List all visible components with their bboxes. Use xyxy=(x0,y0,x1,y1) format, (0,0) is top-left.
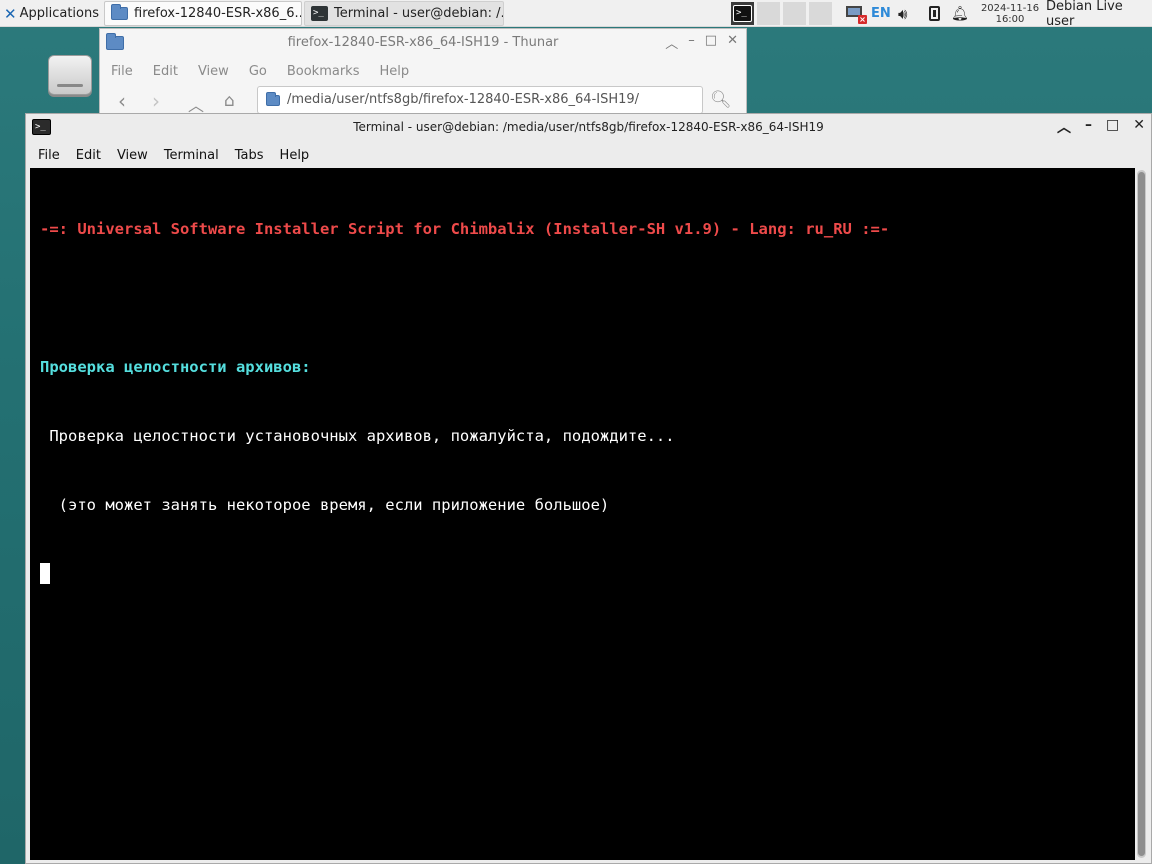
terminal-window: >_ Terminal - user@debian: /media/user/n… xyxy=(25,113,1152,864)
menu-file[interactable]: File xyxy=(38,148,60,163)
terminal-icon: >_ xyxy=(311,6,328,21)
terminal-titlebar[interactable]: >_ Terminal - user@debian: /media/user/n… xyxy=(26,114,1151,142)
location-path: /media/user/ntfs8gb/firefox-12840-ESR-x8… xyxy=(287,92,640,107)
xfce-logo-icon: ✕ xyxy=(4,4,17,23)
bell-icon[interactable]: 🔔︎ xyxy=(951,0,969,27)
taskbar-item-label: Terminal - user@debian: /... xyxy=(334,6,504,21)
minimize-button[interactable]: – xyxy=(688,33,695,52)
workspace-1[interactable]: >_ xyxy=(731,2,754,25)
menu-view[interactable]: View xyxy=(117,148,148,163)
scrollbar-thumb[interactable] xyxy=(1138,172,1145,856)
taskbar-item-terminal[interactable]: >_ Terminal - user@debian: /... xyxy=(304,1,504,26)
clock-time: 16:00 xyxy=(995,13,1025,25)
terminal-scrollbar[interactable] xyxy=(1137,170,1146,858)
terminal-title: Terminal - user@debian: /media/user/ntfs… xyxy=(353,120,824,134)
folder-icon xyxy=(111,4,128,20)
menu-edit[interactable]: Edit xyxy=(76,148,101,163)
terminal-line: Проверка целостности архивов: xyxy=(40,358,311,376)
menu-go[interactable]: Go xyxy=(249,64,267,79)
network-error-icon: × xyxy=(846,5,867,24)
menu-bookmarks[interactable]: Bookmarks xyxy=(287,64,360,79)
menu-tabs[interactable]: Tabs xyxy=(235,148,264,163)
drive-icon[interactable] xyxy=(48,55,92,95)
workspace-3[interactable] xyxy=(783,2,806,25)
user-menu[interactable]: Debian Live user xyxy=(1046,0,1152,29)
thunar-titlebar[interactable]: firefox-12840-ESR-x86_64-ISH19 - Thunar … xyxy=(100,29,746,57)
top-panel: ✕ Applications firefox-12840-ESR-x86_6..… xyxy=(0,0,1152,29)
battery-icon[interactable] xyxy=(926,0,942,27)
forward-icon[interactable]: › xyxy=(152,89,160,113)
chevron-up-icon[interactable]: ︿ xyxy=(665,33,678,52)
menu-help[interactable]: Help xyxy=(379,64,409,79)
terminal-line: Проверка целостности установочных архиво… xyxy=(40,427,675,445)
workspace-4[interactable] xyxy=(809,2,832,25)
thunar-window: firefox-12840-ESR-x86_64-ISH19 - Thunar … xyxy=(99,28,747,114)
minimize-button[interactable]: – xyxy=(1085,117,1092,137)
terminal-cursor-line xyxy=(40,563,1125,586)
maximize-button[interactable]: □ xyxy=(705,33,717,52)
back-icon[interactable]: ‹ xyxy=(118,89,126,113)
thunar-toolbar: ‹ › ︿ ⌂ /media/user/ntfs8gb/firefox-1284… xyxy=(100,85,746,113)
terminal-line: -=: Universal Software Installer Script … xyxy=(40,220,890,238)
applications-label: Applications xyxy=(19,6,99,21)
workspace-2[interactable] xyxy=(757,2,780,25)
clock[interactable]: 2024-11-16 16:00 xyxy=(980,0,1040,27)
text-cursor xyxy=(40,563,50,584)
taskbar-item-thunar[interactable]: firefox-12840-ESR-x86_6... xyxy=(104,1,302,26)
network-indicator[interactable]: × xyxy=(843,0,867,27)
terminal-icon: >_ xyxy=(733,5,752,22)
close-button[interactable]: ✕ xyxy=(727,33,738,52)
keyboard-layout-indicator[interactable]: EN xyxy=(871,0,893,27)
menu-terminal[interactable]: Terminal xyxy=(164,148,219,163)
menu-edit[interactable]: Edit xyxy=(153,64,178,79)
terminal-menubar: File Edit View Terminal Tabs Help xyxy=(26,142,1151,168)
menu-view[interactable]: View xyxy=(198,64,229,79)
clock-date: 2024-11-16 xyxy=(980,2,1040,14)
menu-file[interactable]: File xyxy=(111,64,133,79)
terminal-output[interactable]: -=: Universal Software Installer Script … xyxy=(30,168,1135,860)
thunar-title: firefox-12840-ESR-x86_64-ISH19 - Thunar xyxy=(287,35,559,50)
folder-icon xyxy=(266,92,280,106)
search-icon[interactable]: 🔍︎ xyxy=(710,90,732,110)
home-icon[interactable]: ⌂ xyxy=(224,91,235,111)
menu-help[interactable]: Help xyxy=(280,148,310,163)
taskbar-item-label: firefox-12840-ESR-x86_6... xyxy=(134,6,302,21)
volume-icon[interactable]: 🔊︎ xyxy=(898,0,918,27)
maximize-button[interactable]: □ xyxy=(1106,117,1119,137)
thunar-menubar: File Edit View Go Bookmarks Help xyxy=(100,57,746,85)
up-icon[interactable]: ︿ xyxy=(188,92,204,113)
close-button[interactable]: ✕ xyxy=(1133,117,1145,137)
terminal-line: (это может занять некоторое время, если … xyxy=(40,496,610,514)
chevron-up-icon[interactable]: ︿ xyxy=(1057,117,1071,137)
applications-menu-button[interactable]: ✕ Applications xyxy=(0,0,104,27)
location-bar[interactable]: /media/user/ntfs8gb/firefox-12840-ESR-x8… xyxy=(257,86,703,113)
